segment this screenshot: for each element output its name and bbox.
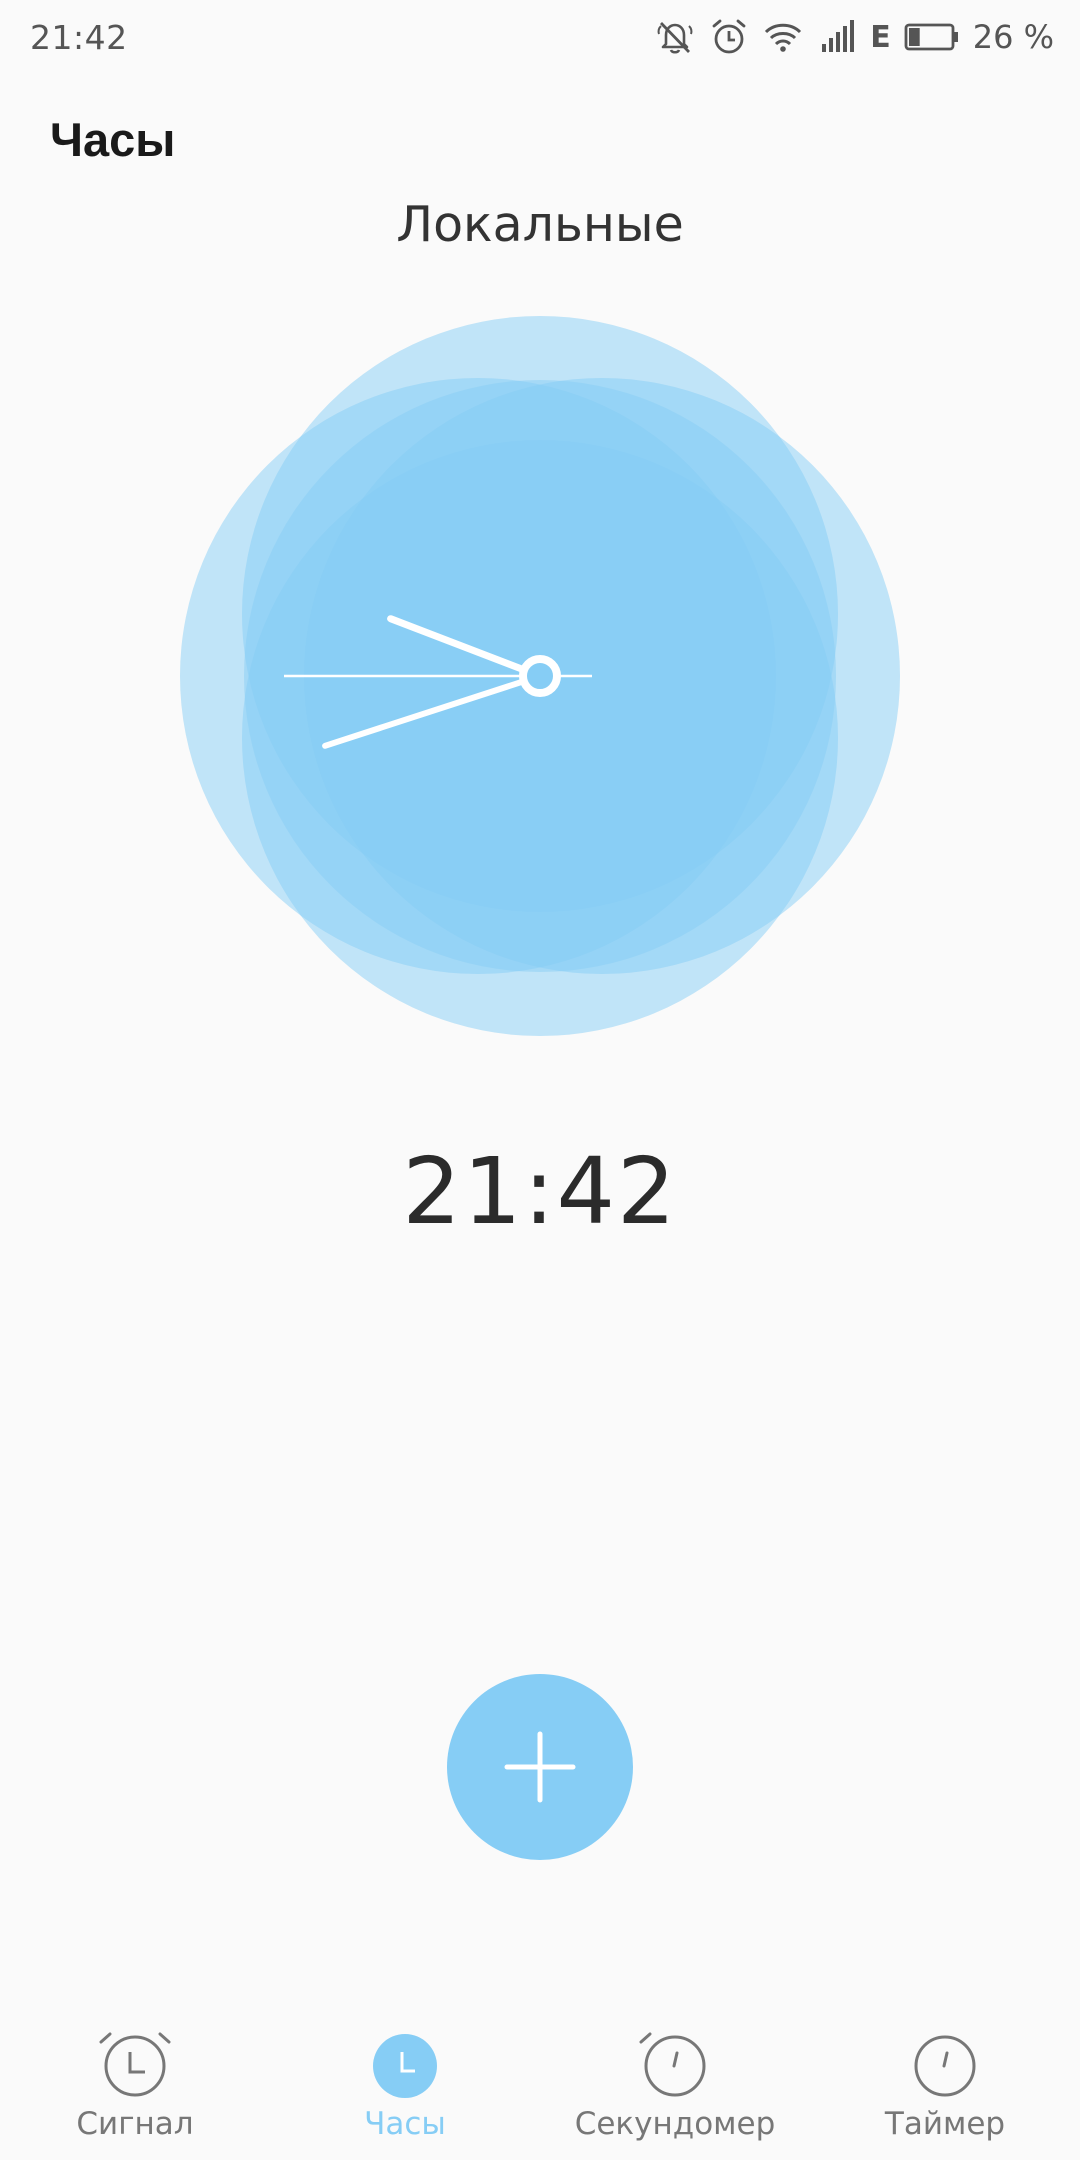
signal-icon [822, 20, 855, 52]
wifi-icon [765, 23, 802, 52]
clock-center [519, 655, 561, 697]
stopwatch-icon [639, 2032, 706, 2097]
tab-clock[interactable]: Часы [270, 2010, 540, 2160]
tab-timer[interactable]: Таймер [810, 2010, 1080, 2160]
status-bar: 21:42 E 26 % [0, 0, 1080, 76]
clock-icon [373, 2034, 437, 2098]
status-time: 21:42 [30, 18, 128, 57]
tab-alarm-label: Сигнал [76, 2106, 194, 2142]
alarm-clock-icon [99, 2032, 171, 2097]
plus-icon [504, 1731, 576, 1803]
add-city-button[interactable] [447, 1674, 633, 1860]
digital-time: 21:42 [402, 1138, 678, 1245]
tab-stopwatch-label: Секундомер [574, 2106, 776, 2142]
battery-percent: 26 % [972, 18, 1054, 56]
page-title: Часы [50, 113, 176, 166]
tab-clock-label: Часы [364, 2106, 446, 2142]
clock-app-screen: 21:42 E 26 % Часы Локальные 21:42 Сигнал… [0, 0, 1080, 2160]
battery-icon [904, 23, 958, 51]
analog-clock [180, 316, 900, 1036]
bottom-nav: Сигнал Часы Секундомер Таймер [0, 2010, 1080, 2160]
alarm-icon [712, 19, 746, 54]
tab-alarm[interactable]: Сигнал [0, 2010, 270, 2160]
status-icons: E 26 % [654, 14, 1054, 60]
section-title: Локальные [396, 196, 684, 253]
bell-off-icon [657, 22, 693, 54]
timer-icon [914, 2035, 976, 2097]
tab-timer-label: Таймер [884, 2106, 1006, 2142]
tab-stopwatch[interactable]: Секундомер [540, 2010, 810, 2160]
network-type: E [870, 19, 891, 55]
